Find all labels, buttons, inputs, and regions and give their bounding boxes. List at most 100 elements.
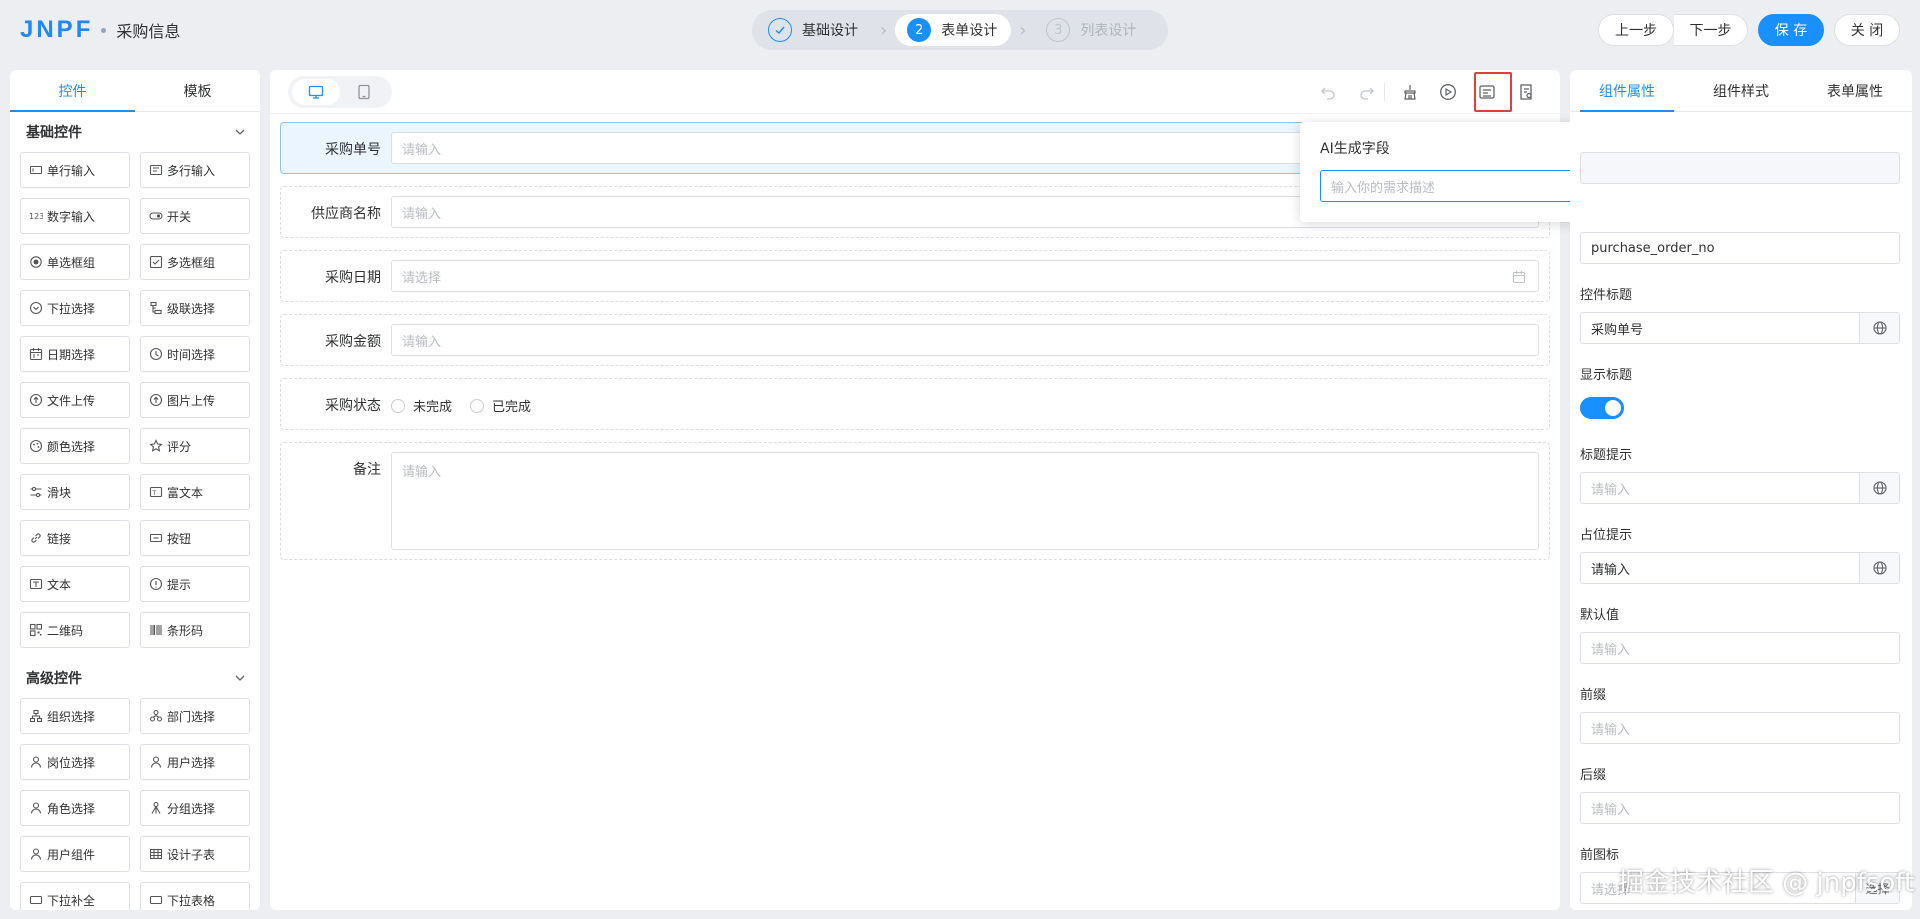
default-value-input[interactable]: 请输入 [1580, 632, 1900, 664]
component-item[interactable]: 级联选择 [140, 290, 250, 326]
component-item[interactable]: 链接 [20, 520, 130, 556]
next-step-button[interactable]: 下一步 [1674, 14, 1748, 46]
component-item[interactable]: 按钮 [140, 520, 250, 556]
step-list-design[interactable]: 3 列表设计 [1034, 14, 1150, 46]
component-item[interactable]: 颜色选择 [20, 428, 130, 464]
component-item[interactable]: 提示 [140, 566, 250, 602]
clear-button[interactable] [1400, 82, 1420, 102]
component-item[interactable]: 用户组件 [20, 836, 130, 872]
show-title-switch[interactable] [1580, 397, 1624, 419]
component-item[interactable]: T 富文本 [140, 474, 250, 510]
button-icon [149, 533, 163, 543]
form-field-row[interactable]: 采购日期 请选择 [280, 250, 1550, 302]
field-label: 备注 [353, 462, 381, 478]
form-field-row[interactable]: 采购金额 请输入 [280, 314, 1550, 366]
component-item[interactable]: 日期选择 [20, 336, 130, 372]
palette-icon [29, 439, 43, 453]
component-item[interactable]: 条形码 [140, 612, 250, 648]
field-label: 采购单号 [325, 142, 381, 158]
component-item[interactable]: 评分 [140, 428, 250, 464]
advanced-controls-header[interactable]: 高级控件 [10, 658, 260, 698]
suffix-input[interactable]: 请输入 [1580, 792, 1900, 824]
component-item[interactable]: 二维码 [20, 612, 130, 648]
image-upload-icon [149, 393, 163, 407]
save-button[interactable]: 保 存 [1758, 14, 1824, 46]
basic-controls-grid: 单行输入 多行输入 123 数字输入 开关 单选框组 多选框组 下拉选择 级联选择 日期选择 时间选… [10, 152, 260, 648]
canvas-toolbar [270, 70, 1560, 114]
tab-component-style[interactable]: 组件样式 [1684, 70, 1798, 111]
redo-button[interactable] [1357, 82, 1377, 102]
purchase-date-input[interactable]: 请选择 [391, 260, 1539, 292]
radio-complete[interactable]: 已完成 [470, 396, 531, 415]
component-item[interactable]: 123 数字输入 [20, 198, 130, 234]
tab-component-props[interactable]: 组件属性 [1570, 70, 1684, 112]
table-icon [149, 848, 163, 860]
user-icon [150, 756, 162, 768]
step-basic-design[interactable]: 基础设计 [756, 14, 872, 46]
component-item[interactable]: 单选框组 [20, 244, 130, 280]
control-title-input[interactable]: 采购单号 [1580, 312, 1900, 344]
component-label: 用户组件 [47, 847, 96, 862]
undo-button[interactable] [1318, 82, 1338, 102]
mobile-view-button[interactable] [340, 79, 388, 105]
component-item[interactable]: 组织选择 [20, 698, 130, 734]
component-item[interactable]: 单行输入 [20, 152, 130, 188]
desktop-view-button[interactable] [292, 79, 340, 105]
component-item[interactable]: 下拉选择 [20, 290, 130, 326]
component-item[interactable]: 分组选择 [140, 790, 250, 826]
org-icon [29, 709, 43, 723]
radio-incomplete[interactable]: 未完成 [391, 396, 452, 415]
title-tip-input[interactable]: 请输入 [1580, 472, 1900, 504]
component-item[interactable]: 开关 [140, 198, 250, 234]
tab-controls[interactable]: 控件 [10, 70, 135, 112]
form-field-row[interactable]: 采购状态 未完成 已完成 [280, 378, 1550, 430]
component-item[interactable]: 时间选择 [140, 336, 250, 372]
component-item[interactable]: 下拉补全 [20, 882, 130, 910]
component-item[interactable]: 多行输入 [140, 152, 250, 188]
component-item[interactable]: 文本 [20, 566, 130, 602]
prefix-input[interactable]: 请输入 [1580, 712, 1900, 744]
component-item[interactable]: 文件上传 [20, 382, 130, 418]
placeholder-input[interactable]: 请输入 [1580, 552, 1900, 584]
i18n-button[interactable] [1859, 553, 1899, 583]
component-item[interactable]: 用户选择 [140, 744, 250, 780]
i18n-button[interactable] [1859, 313, 1899, 343]
dropdown-icon [29, 301, 43, 315]
component-label: 滑块 [47, 485, 72, 500]
undo-icon [1321, 87, 1335, 100]
remark-textarea[interactable]: 请输入 [391, 452, 1539, 550]
component-item[interactable]: 滑块 [20, 474, 130, 510]
component-label: 图片上传 [167, 393, 216, 408]
component-label: 按钮 [167, 531, 192, 546]
field-name-input[interactable]: purchase_order_no [1580, 232, 1900, 264]
step-form-design[interactable]: 2 表单设计 [895, 14, 1012, 46]
json-export-button[interactable] [1516, 82, 1536, 102]
step-number: 2 [907, 18, 932, 42]
component-label: 数字输入 [47, 209, 96, 224]
form-field-row[interactable]: 备注 请输入 [280, 442, 1550, 560]
info-icon [149, 577, 163, 591]
number-input-icon: 123 [29, 212, 43, 221]
tab-form-props[interactable]: 表单属性 [1798, 70, 1912, 111]
prev-step-button[interactable]: 上一步 [1598, 14, 1674, 46]
component-item[interactable]: 岗位选择 [20, 744, 130, 780]
i18n-button[interactable] [1859, 473, 1899, 503]
chevron-right-icon: › [1019, 19, 1027, 41]
basic-controls-header[interactable]: 基础控件 [10, 112, 260, 152]
component-item[interactable]: 角色选择 [20, 790, 130, 826]
preview-button[interactable] [1438, 82, 1458, 102]
rich-text-icon: T [149, 486, 163, 498]
close-button[interactable]: 关 闭 [1834, 14, 1900, 46]
component-item[interactable]: 多选框组 [140, 244, 250, 280]
radio-icon [30, 256, 42, 268]
component-item[interactable]: 图片上传 [140, 382, 250, 418]
single-line-input-icon [29, 165, 43, 175]
check-icon [768, 18, 792, 42]
component-item[interactable]: 设计子表 [140, 836, 250, 872]
purchase-amount-input[interactable]: 请输入 [391, 324, 1539, 356]
radio-circle [391, 398, 405, 413]
component-item[interactable]: 下拉表格 [140, 882, 250, 910]
tab-templates[interactable]: 模板 [135, 70, 260, 111]
component-item[interactable]: 部门选择 [140, 698, 250, 734]
radio-label: 已完成 [492, 400, 532, 415]
